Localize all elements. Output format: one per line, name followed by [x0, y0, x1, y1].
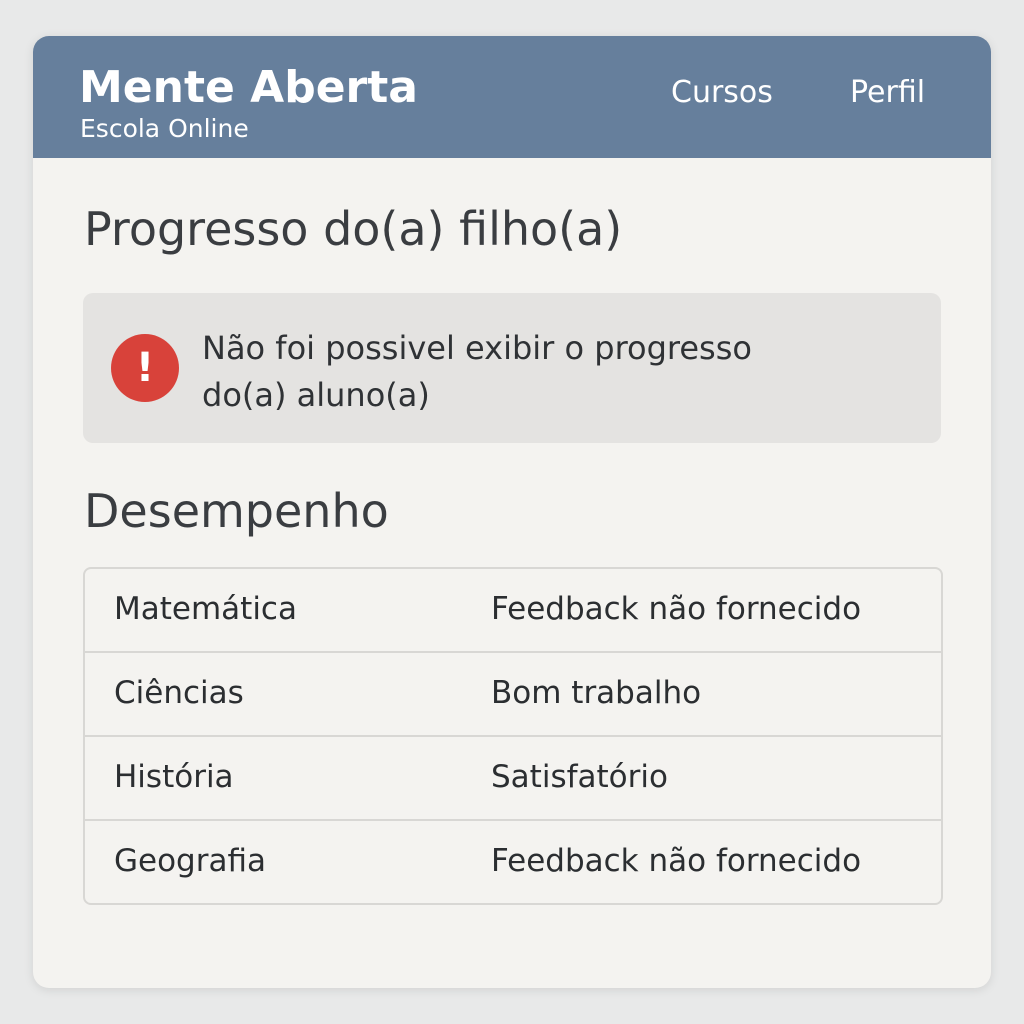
table-row: História Satisfatório — [85, 735, 941, 819]
feedback-cell: Feedback não fornecido — [491, 591, 862, 627]
feedback-cell: Satisfatório — [491, 759, 668, 795]
feedback-cell: Feedback não fornecido — [491, 843, 862, 879]
table-row: Ciências Bom trabalho — [85, 651, 941, 735]
subject-cell: Matemática — [114, 591, 297, 627]
nav-link-cursos[interactable]: Cursos — [671, 74, 773, 112]
main-card: Mente Aberta Escola Online Cursos Perfil… — [33, 36, 991, 988]
brand-subtitle: Escola Online — [80, 114, 249, 143]
performance-table: Matemática Feedback não fornecido Ciênci… — [83, 567, 943, 905]
table-row: Geografia Feedback não fornecido — [85, 819, 941, 903]
top-header: Mente Aberta Escola Online Cursos Perfil — [33, 36, 991, 158]
feedback-cell: Bom trabalho — [491, 675, 702, 711]
subject-cell: Geografia — [114, 843, 267, 879]
error-alert: ! Não foi possivel exibir o progresso do… — [83, 293, 941, 443]
exclamation-icon: ! — [111, 334, 179, 402]
nav-link-perfil[interactable]: Perfil — [850, 74, 925, 112]
subject-cell: Ciências — [114, 675, 244, 711]
subject-cell: História — [114, 759, 234, 795]
performance-title: Desempenho — [84, 484, 389, 538]
table-row: Matemática Feedback não fornecido — [85, 569, 941, 651]
alert-message: Não foi possivel exibir o progresso do(a… — [202, 329, 752, 414]
brand-title[interactable]: Mente Aberta — [79, 62, 418, 114]
page-title: Progresso do(a) filho(a) — [84, 202, 623, 256]
